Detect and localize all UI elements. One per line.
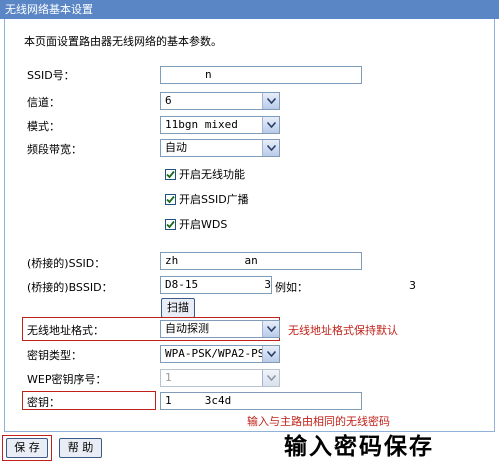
key-type-select[interactable]: WPA-PSK/WPA2-PSK xyxy=(160,345,280,363)
address-format-select[interactable]: 自动探测 xyxy=(160,320,280,338)
save-button[interactable]: 保 存 xyxy=(6,438,48,458)
bandwidth-select[interactable]: 自动 xyxy=(160,139,280,157)
checkbox-label: 开启无线功能 xyxy=(179,168,245,181)
checkbox-box[interactable] xyxy=(165,218,176,230)
wep-index-label: WEP密钥序号： xyxy=(27,373,107,386)
channel-value: 6 xyxy=(165,94,172,107)
help-button[interactable]: 帮 助 xyxy=(59,438,102,458)
scan-button[interactable]: 扫描 xyxy=(161,298,195,318)
checkbox-wireless-enable[interactable]: 开启无线功能 xyxy=(165,166,245,182)
window-title: 无线网络基本设置 xyxy=(0,0,499,19)
ssid-value: n xyxy=(205,68,212,81)
checkbox-label: 开启WDS xyxy=(179,218,228,231)
example-label: 例如： xyxy=(275,281,308,294)
address-format-value: 自动探测 xyxy=(165,322,209,335)
chevron-down-icon[interactable] xyxy=(262,140,279,156)
wep-index-value: 1 xyxy=(165,371,172,384)
mode-value: 11bgn mixed xyxy=(165,118,238,131)
checkbox-box[interactable] xyxy=(165,193,176,205)
address-format-annotation: 无线地址格式保持默认 xyxy=(288,324,398,337)
checkbox-label: 开启SSID广播 xyxy=(179,193,249,206)
bridged-bssid-input[interactable]: D8-15 34-6A xyxy=(160,276,272,294)
bandwidth-label: 频段带宽： xyxy=(27,143,82,156)
ssid-input[interactable]: n xyxy=(160,66,362,84)
bridged-ssid-label: (桥接的)SSID： xyxy=(27,257,106,270)
checkbox-box[interactable] xyxy=(165,168,176,180)
key-label: 密钥： xyxy=(27,396,60,409)
address-format-label: 无线地址格式： xyxy=(27,324,104,337)
wep-index-select[interactable]: 1 xyxy=(160,369,280,387)
intro-text: 本页面设置路由器无线网络的基本参数。 xyxy=(24,35,222,48)
key-input[interactable]: 1 3c4d xyxy=(160,392,362,410)
mode-label: 模式： xyxy=(27,120,60,133)
channel-label: 信道： xyxy=(27,96,60,109)
chevron-down-icon[interactable] xyxy=(262,321,279,337)
bridged-bssid-label: (桥接的)BSSID： xyxy=(27,281,113,294)
key-type-value: WPA-PSK/WPA2-PSK xyxy=(165,347,271,360)
redaction-mark xyxy=(318,276,406,292)
chevron-down-icon[interactable] xyxy=(262,346,279,362)
example-value: 3 xyxy=(409,279,416,292)
checkbox-wds[interactable]: 开启WDS xyxy=(165,216,227,232)
key-value: 1 3c4d xyxy=(165,394,232,407)
bandwidth-value: 自动 xyxy=(165,141,187,154)
channel-select[interactable]: 6 xyxy=(160,92,280,110)
chevron-down-icon[interactable] xyxy=(262,117,279,133)
bridged-ssid-input[interactable]: zh an xyxy=(160,252,362,270)
bridged-ssid-value: zh an xyxy=(165,254,258,267)
checkbox-ssid-broadcast[interactable]: 开启SSID广播 xyxy=(165,191,249,207)
instruction-caption: 输入密码保存 xyxy=(284,434,434,460)
bridged-bssid-value: D8-15 34-6A xyxy=(165,278,271,291)
mode-select[interactable]: 11bgn mixed xyxy=(160,116,280,134)
ssid-label: SSID号： xyxy=(27,69,75,82)
key-type-label: 密钥类型： xyxy=(27,349,82,362)
chevron-down-icon[interactable] xyxy=(262,370,279,386)
chevron-down-icon[interactable] xyxy=(262,93,279,109)
